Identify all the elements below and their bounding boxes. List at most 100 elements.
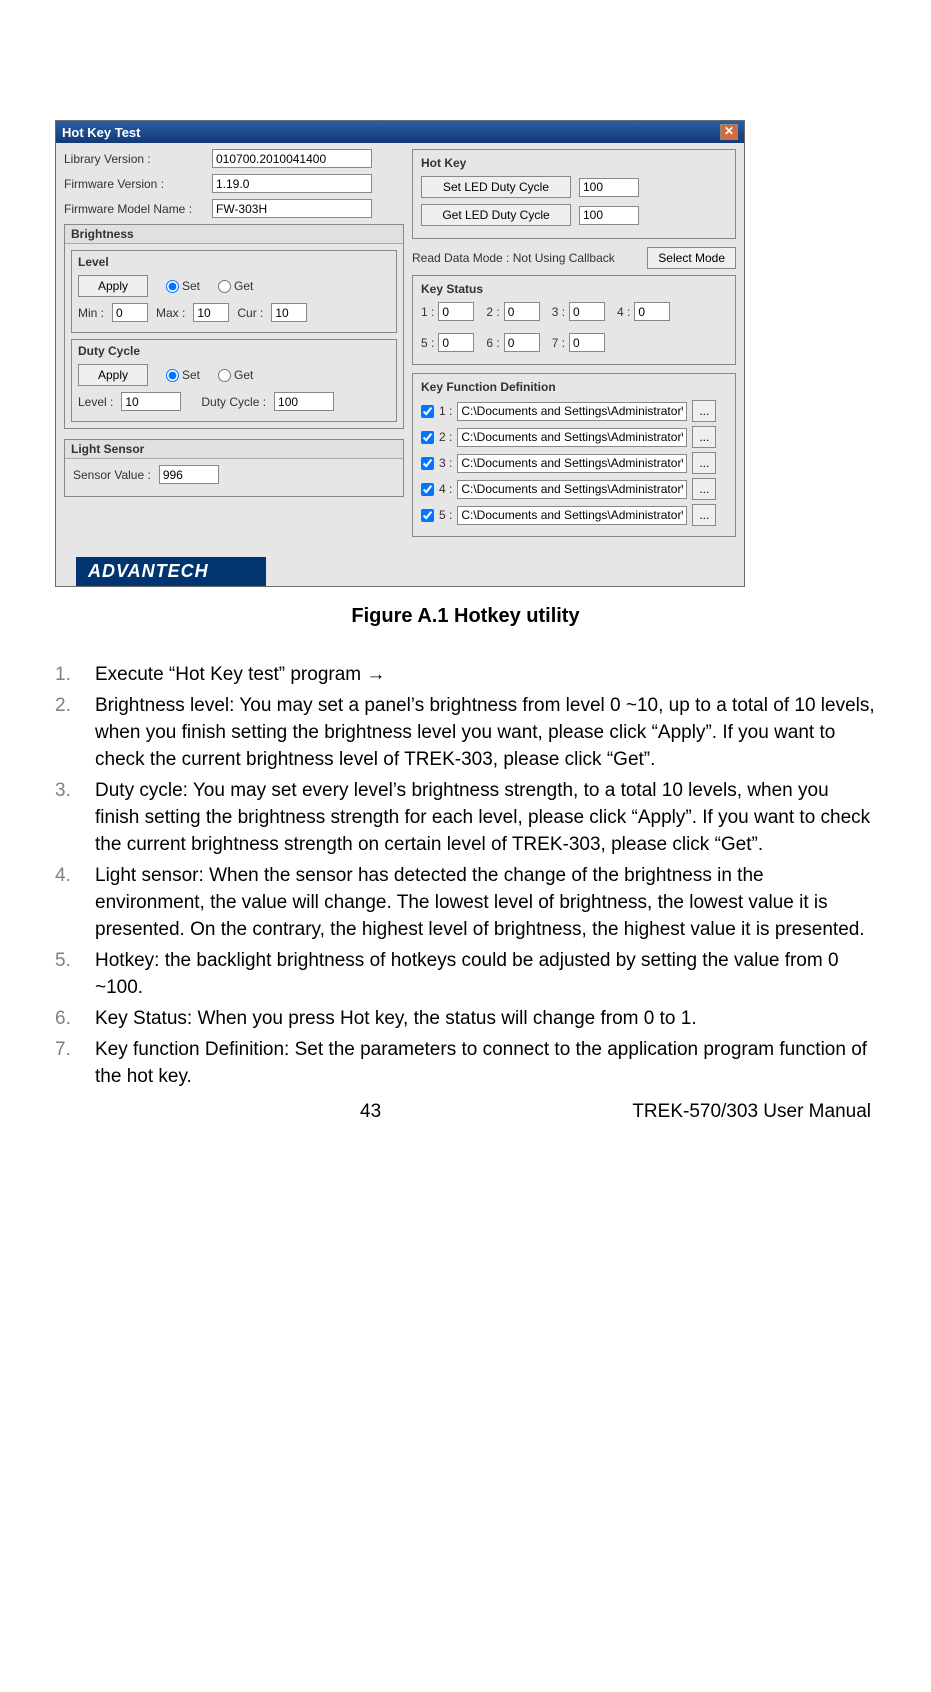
instruction-list: Execute “Hot Key test” program → Brightne…	[55, 662, 876, 1091]
key-status-title: Key Status	[421, 282, 727, 296]
hotkey-title: Hot Key	[421, 156, 727, 170]
instruction-step: Light sensor: When the sensor has detect…	[55, 863, 876, 944]
cur-input[interactable]	[271, 303, 307, 322]
key-function-checkbox[interactable]	[421, 509, 434, 522]
key-status-item: 6 :	[486, 333, 539, 352]
instruction-step: Key function Definition: Set the paramet…	[55, 1037, 876, 1091]
figure-caption: Figure A.1 Hotkey utility	[55, 605, 876, 628]
max-input[interactable]	[193, 303, 229, 322]
select-mode-button[interactable]: Select Mode	[647, 247, 736, 269]
key-function-label: 3 :	[439, 456, 452, 470]
level-get-radio[interactable]: Get	[218, 279, 253, 293]
key-status-label: 5 :	[421, 336, 434, 350]
level-title: Level	[78, 255, 390, 269]
set-led-duty-button[interactable]: Set LED Duty Cycle	[421, 176, 571, 198]
key-status-input[interactable]	[438, 333, 474, 352]
library-version-label: Library Version :	[64, 152, 204, 166]
key-status-item: 1 :	[421, 302, 474, 321]
duty-level-input[interactable]	[121, 392, 181, 411]
sensor-value-input[interactable]	[159, 465, 219, 484]
firmware-version-label: Firmware Version :	[64, 177, 204, 191]
key-function-label: 4 :	[439, 482, 452, 496]
cur-label: Cur :	[237, 306, 263, 320]
instruction-step: Brightness level: You may set a panel’s …	[55, 693, 876, 774]
duty-cycle-label: Duty Cycle :	[201, 395, 266, 409]
key-function-row: 4 :...	[421, 478, 727, 500]
key-function-row: 2 :...	[421, 426, 727, 448]
close-icon[interactable]: ✕	[720, 124, 738, 140]
key-status-item: 5 :	[421, 333, 474, 352]
key-status-label: 6 :	[486, 336, 499, 350]
min-label: Min :	[78, 306, 104, 320]
key-status-group: Key Status 1 : 2 : 3 : 4 : 5 : 6 : 7 :	[412, 275, 736, 365]
key-status-input[interactable]	[634, 302, 670, 321]
key-status-label: 4 :	[617, 305, 630, 319]
set-led-duty-input[interactable]	[579, 178, 639, 197]
key-status-label: 1 :	[421, 305, 434, 319]
key-function-path-input[interactable]	[457, 454, 687, 473]
key-status-input[interactable]	[504, 302, 540, 321]
key-function-checkbox[interactable]	[421, 405, 434, 418]
key-status-label: 3 :	[552, 305, 565, 319]
key-status-label: 2 :	[486, 305, 499, 319]
key-status-input[interactable]	[438, 302, 474, 321]
library-version-input[interactable]	[212, 149, 372, 168]
duty-cycle-box: Duty Cycle Apply Set Get Level :	[71, 339, 397, 422]
light-sensor-title: Light Sensor	[65, 440, 403, 459]
key-status-input[interactable]	[504, 333, 540, 352]
light-sensor-group: Light Sensor Sensor Value :	[64, 439, 404, 497]
key-function-browse-button[interactable]: ...	[692, 452, 716, 474]
key-function-row: 1 :...	[421, 400, 727, 422]
get-led-duty-button[interactable]: Get LED Duty Cycle	[421, 204, 571, 226]
key-function-checkbox[interactable]	[421, 457, 434, 470]
key-function-path-input[interactable]	[457, 506, 687, 525]
key-status-label: 7 :	[552, 336, 565, 350]
key-function-browse-button[interactable]: ...	[692, 478, 716, 500]
duty-cycle-input[interactable]	[274, 392, 334, 411]
key-function-checkbox[interactable]	[421, 431, 434, 444]
instruction-step: Duty cycle: You may set every level’s br…	[55, 778, 876, 859]
key-function-label: 2 :	[439, 430, 452, 444]
key-function-browse-button[interactable]: ...	[692, 426, 716, 448]
key-function-title: Key Function Definition	[421, 380, 727, 394]
key-function-label: 5 :	[439, 508, 452, 522]
instruction-step: Hotkey: the backlight brightness of hotk…	[55, 948, 876, 1002]
duty-title: Duty Cycle	[78, 344, 390, 358]
duty-apply-button[interactable]: Apply	[78, 364, 148, 386]
sensor-value-label: Sensor Value :	[73, 468, 151, 482]
firmware-model-input[interactable]	[212, 199, 372, 218]
key-function-row: 3 :...	[421, 452, 727, 474]
key-function-path-input[interactable]	[457, 428, 687, 447]
key-status-input[interactable]	[569, 333, 605, 352]
dialog-titlebar: Hot Key Test ✕	[56, 121, 744, 143]
instruction-step: Key Status: When you press Hot key, the …	[55, 1006, 876, 1033]
read-mode-text: Read Data Mode : Not Using Callback	[412, 251, 615, 265]
hotkey-dialog: Hot Key Test ✕ Library Version : Firmwar…	[55, 120, 745, 587]
level-apply-button[interactable]: Apply	[78, 275, 148, 297]
level-set-radio[interactable]: Set	[166, 279, 200, 293]
brand-logo: ADVANTECH	[76, 557, 266, 586]
key-function-label: 1 :	[439, 404, 452, 418]
key-status-input[interactable]	[569, 302, 605, 321]
instruction-step: Execute “Hot Key test” program →	[55, 662, 876, 689]
firmware-version-input[interactable]	[212, 174, 372, 193]
duty-level-label: Level :	[78, 395, 113, 409]
page-footer: 43 TREK-570/303 User Manual	[0, 1101, 931, 1123]
max-label: Max :	[156, 306, 185, 320]
key-status-item: 2 :	[486, 302, 539, 321]
get-led-duty-input[interactable]	[579, 206, 639, 225]
level-box: Level Apply Set Get Min :	[71, 250, 397, 333]
key-function-row: 5 :...	[421, 504, 727, 526]
key-function-checkbox[interactable]	[421, 483, 434, 496]
firmware-model-label: Firmware Model Name :	[64, 202, 204, 216]
key-function-browse-button[interactable]: ...	[692, 504, 716, 526]
key-function-path-input[interactable]	[457, 480, 687, 499]
key-status-item: 4 :	[617, 302, 670, 321]
min-input[interactable]	[112, 303, 148, 322]
duty-get-radio[interactable]: Get	[218, 368, 253, 382]
key-function-group: Key Function Definition 1 :...2 :...3 :.…	[412, 373, 736, 537]
brightness-title: Brightness	[65, 225, 403, 244]
duty-set-radio[interactable]: Set	[166, 368, 200, 382]
key-function-browse-button[interactable]: ...	[692, 400, 716, 422]
key-function-path-input[interactable]	[457, 402, 687, 421]
